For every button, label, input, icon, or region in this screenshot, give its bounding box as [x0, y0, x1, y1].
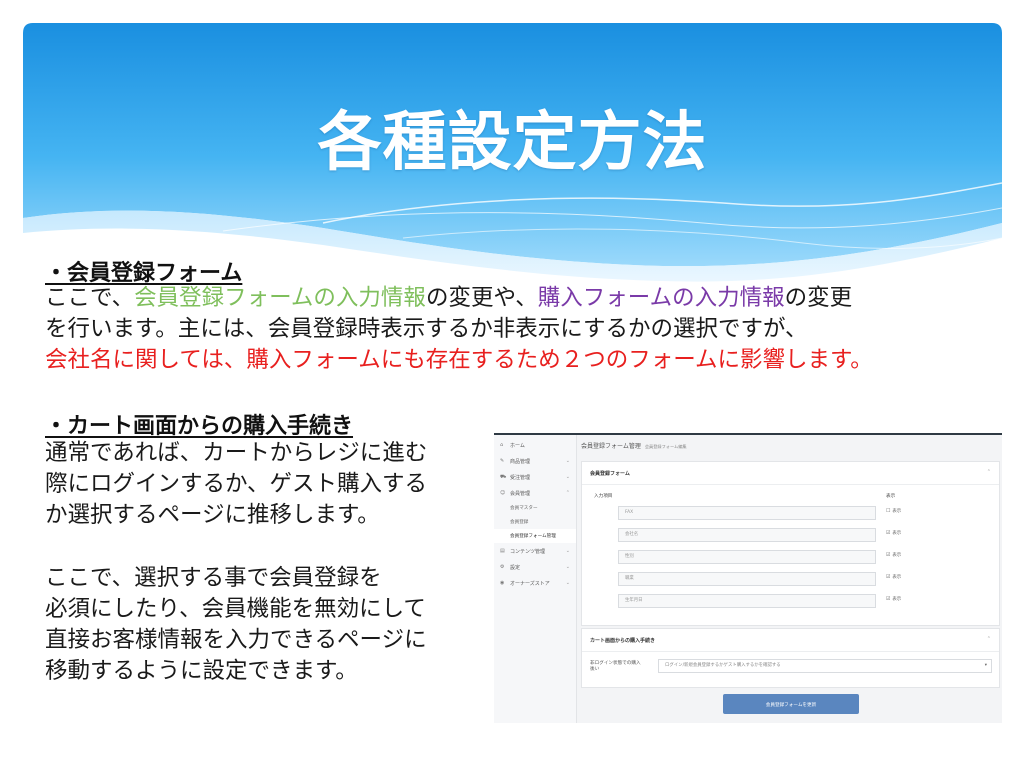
chevron-down-icon: ⌄ [565, 564, 570, 570]
gear-icon: ⚙ [500, 564, 505, 570]
section2-para2-line4: 移動するように設定できます。 [45, 658, 358, 684]
checkbox-unchecked-icon: ☐ [886, 508, 891, 514]
page-title-text: 会員登録フォーム管理 [581, 443, 641, 450]
section1-line3-warning: 会社名に関しては、購入フォームにも存在するため２つのフォームに影響します。 [45, 347, 873, 373]
cart-purchase-card: カート画面からの購入手続き ⌃ 非ログイン状態での購入後い ログイン/新規会員登… [581, 628, 1000, 688]
sidebar-item-members[interactable]: ☺ 会員管理 ⌃ [494, 485, 576, 501]
display-checkbox-occupation[interactable]: ☑ 表示 [886, 574, 901, 580]
admin-screenshot: ⌂ ホーム ✎ 商品管理 ⌄ ⛟ 受注管理 ⌄ ☺ 会員管理 ⌃ 会員マスター … [494, 433, 1002, 723]
checkbox-checked-icon: ☑ [886, 574, 891, 580]
chevron-down-icon: ⌄ [565, 580, 570, 586]
chevron-up-icon[interactable]: ⌃ [987, 636, 991, 642]
chevron-up-icon[interactable]: ⌃ [987, 469, 991, 475]
chevron-down-icon: ⌄ [565, 474, 570, 480]
section2-para2-line3: 直接お客様情報を入力できるページに [45, 627, 427, 653]
slide-title: 各種設定方法 [317, 106, 708, 180]
select-value: ログイン/新規会員登録するかゲスト購入するかを確認する [665, 663, 781, 668]
company-field[interactable]: 会社名 [618, 528, 876, 542]
sidebar-item-home[interactable]: ⌂ ホーム [494, 437, 576, 453]
sidebar-subitem-member-master[interactable]: 会員マスター [494, 501, 576, 515]
birthday-field[interactable]: 生年月日 [618, 594, 876, 608]
display-checkbox-gender[interactable]: ☑ 表示 [886, 552, 901, 558]
section1-line2: を行います。主には、会員登録時表示するか非表示にするかの選択ですが、 [45, 316, 808, 342]
section2-para1-line3: か選択するページに推移します。 [45, 502, 380, 528]
checkbox-label: 表示 [892, 531, 902, 536]
page-title: 会員登録フォーム管理 会員登録フォーム編集 [581, 441, 687, 450]
section2-para1-line2: 際にログインするか、ゲスト購入する [45, 471, 428, 497]
checkbox-checked-icon: ☑ [886, 552, 891, 558]
admin-sidebar: ⌂ ホーム ✎ 商品管理 ⌄ ⛟ 受注管理 ⌄ ☺ 会員管理 ⌃ 会員マスター … [494, 435, 577, 723]
card-divider [582, 651, 999, 652]
cart-icon: ⛟ [500, 473, 507, 480]
highlight-purchase-form-info: 購入フォームの入力情報 [537, 285, 785, 311]
section2-para1-line1: 通常であれば、カートからレジに進む [45, 440, 428, 466]
display-checkbox-birthday[interactable]: ☑ 表示 [886, 596, 901, 602]
sidebar-item-orders[interactable]: ⛟ 受注管理 ⌄ [494, 469, 576, 485]
guest-purchase-label: 非ログイン状態での購入後い [590, 661, 641, 672]
checkbox-label: 表示 [892, 509, 902, 514]
sidebar-item-settings[interactable]: ⚙ 設定 ⌄ [494, 559, 576, 575]
text-segment: の変更や、 [425, 285, 538, 311]
chevron-up-icon: ⌃ [565, 490, 570, 496]
store-icon: ◉ [500, 580, 505, 586]
sidebar-item-products[interactable]: ✎ 商品管理 ⌄ [494, 453, 576, 469]
sidebar-item-label: オーナーズストア [510, 580, 550, 587]
slide-header: 各種設定方法 [23, 23, 1002, 283]
update-member-form-button[interactable]: 会員登録フォームを更新 [723, 694, 859, 714]
guest-purchase-select[interactable]: ログイン/新規会員登録するかゲスト購入するかを確認する ▾ [658, 659, 992, 673]
document-icon: ▤ [500, 548, 505, 554]
section2-para2-line1: ここで、選択する事で会員登録を [45, 565, 382, 591]
sidebar-item-label: 会員管理 [510, 490, 531, 497]
sidebar-subitem-member-form-manage[interactable]: 会員登録フォーム管理 [494, 529, 576, 543]
display-checkbox-company[interactable]: ☑ 表示 [886, 530, 901, 536]
checkbox-label: 表示 [892, 597, 902, 602]
admin-main: 会員登録フォーム管理 会員登録フォーム編集 会員登録フォーム ⌃ 入力項目 表示 … [577, 435, 1002, 723]
occupation-field[interactable]: 職業 [618, 572, 876, 586]
text-segment: の変更 [784, 285, 853, 311]
home-icon: ⌂ [500, 442, 504, 448]
checkbox-label: 表示 [892, 553, 902, 558]
card-divider [582, 484, 999, 485]
chevron-down-icon: ⌄ [565, 548, 570, 554]
sidebar-item-contents[interactable]: ▤ コンテンツ管理 ⌄ [494, 543, 576, 559]
chevron-down-icon: ⌄ [565, 458, 570, 464]
sidebar-item-label: 受注管理 [510, 474, 531, 481]
tag-icon: ✎ [500, 458, 505, 464]
users-icon: ☺ [500, 490, 506, 496]
caret-down-icon: ▾ [984, 663, 987, 668]
column-header-input: 入力項目 [594, 494, 613, 499]
sidebar-item-label: 商品管理 [510, 458, 531, 465]
sidebar-item-label: コンテンツ管理 [510, 548, 546, 555]
column-header-display: 表示 [886, 494, 896, 499]
card-title: 会員登録フォーム [590, 471, 630, 477]
checkbox-checked-icon: ☑ [886, 530, 891, 536]
member-form-card: 会員登録フォーム ⌃ 入力項目 表示 FAX ☐ 表示 会社名 ☑ 表示 性別 … [581, 461, 1000, 626]
checkbox-label: 表示 [892, 575, 902, 580]
sidebar-item-owners-store[interactable]: ◉ オーナーズストア ⌄ [494, 575, 576, 591]
sidebar-item-label: ホーム [510, 442, 525, 449]
text-segment: ここで、 [45, 285, 135, 311]
card-title: カート画面からの購入手続き [590, 638, 656, 644]
display-checkbox-fax[interactable]: ☐ 表示 [886, 508, 901, 514]
checkbox-checked-icon: ☑ [886, 596, 891, 602]
section-heading-cart-purchase: ・カート画面からの購入手続き [45, 414, 354, 439]
fax-field[interactable]: FAX [618, 506, 876, 520]
page-subtitle: 会員登録フォーム編集 [644, 444, 687, 449]
highlight-member-form-info: 会員登録フォームの入力情報 [134, 285, 426, 311]
sidebar-item-label: 設定 [510, 564, 521, 571]
gender-field[interactable]: 性別 [618, 550, 876, 564]
section1-line1: ここで、会員登録フォームの入力情報の変更や、購入フォームの入力情報の変更 [45, 283, 852, 314]
section2-para2-line2: 必須にしたり、会員機能を無効にして [45, 596, 426, 622]
sidebar-subitem-member-register[interactable]: 会員登録 [494, 515, 576, 529]
